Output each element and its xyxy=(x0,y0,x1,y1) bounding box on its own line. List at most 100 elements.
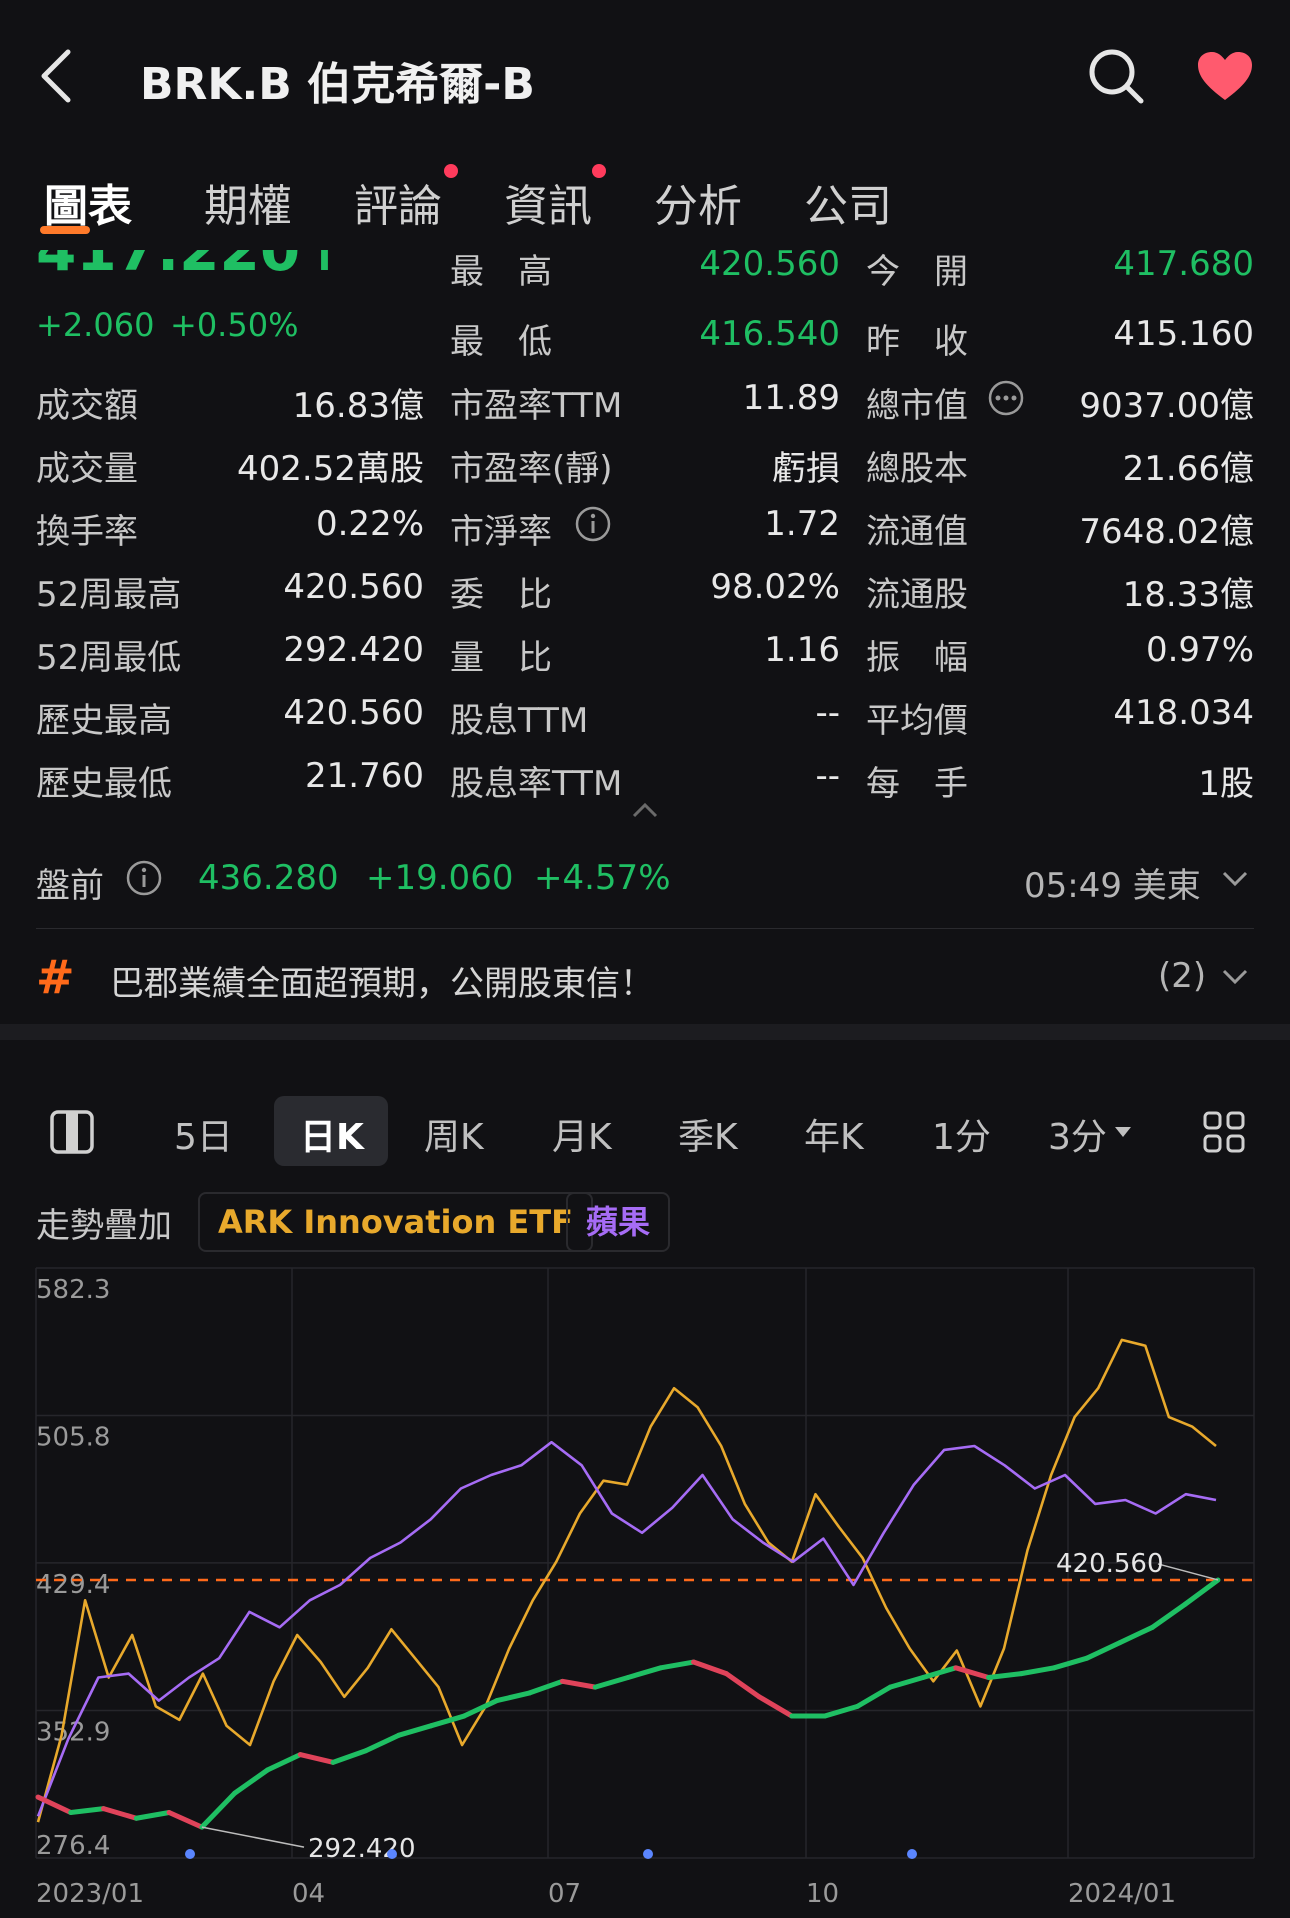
chevron-down-icon[interactable] xyxy=(1220,868,1250,888)
x-tick-label: 10 xyxy=(806,1879,839,1909)
stat-value-open: 417.680 xyxy=(1113,250,1254,284)
stat-value: 11.89 xyxy=(742,378,840,418)
stat-value: 98.02% xyxy=(710,567,840,607)
period-yearly[interactable]: 年K xyxy=(804,1108,864,1160)
hashtag-icon: # xyxy=(36,950,75,1004)
news-chevron-down-icon[interactable] xyxy=(1220,966,1250,986)
stat-value: 21.760 xyxy=(305,756,424,796)
stat-label: 每 手 xyxy=(866,764,968,804)
back-icon[interactable] xyxy=(36,46,76,106)
ark-series-line xyxy=(36,1338,1217,1823)
stat-label: 委 比 xyxy=(450,575,552,615)
tab-analysis[interactable]: 分析 xyxy=(654,170,742,234)
more-icon[interactable] xyxy=(988,380,1024,416)
stat-value: 420.560 xyxy=(283,693,424,733)
brk-candle-segment xyxy=(1149,1601,1188,1630)
news-headline[interactable]: 巴郡業績全面超預期，公開股東信！ xyxy=(110,956,654,1005)
brk-candle-segment xyxy=(592,1674,631,1690)
brk-candle-segment xyxy=(887,1674,926,1690)
tab-news[interactable]: 資訊 xyxy=(504,170,592,234)
y-tick-label: 582.3 xyxy=(36,1275,110,1305)
stat-value: 7648.02億 xyxy=(1079,512,1254,552)
premarket-info-icon[interactable] xyxy=(126,860,162,896)
stat-value: 292.420 xyxy=(283,630,424,670)
price-change: +2.060 xyxy=(36,306,155,344)
low-annotation-leader xyxy=(201,1826,305,1848)
premarket-label: 盤前 xyxy=(36,866,104,906)
last-price: 417.220↑ xyxy=(36,250,349,284)
y-tick-label: 276.4 xyxy=(36,1831,110,1861)
period-quarterly[interactable]: 季K xyxy=(678,1108,738,1160)
event-dot xyxy=(185,1849,195,1859)
period-3min[interactable]: 3分 xyxy=(1048,1108,1107,1160)
period-weekly[interactable]: 周K xyxy=(424,1108,484,1160)
brk-candle-segment xyxy=(494,1690,533,1704)
collapse-chevron-icon[interactable] xyxy=(630,800,660,820)
stat-label-high: 最 高 xyxy=(450,252,552,292)
heart-icon[interactable] xyxy=(1196,50,1254,102)
stat-value: 21.66億 xyxy=(1122,449,1254,489)
overlay-chip-aapl[interactable]: 蘋果 xyxy=(566,1192,671,1252)
stat-label: 成交量 xyxy=(36,449,138,489)
search-icon[interactable] xyxy=(1086,46,1146,106)
stat-label: 成交額 xyxy=(36,386,138,426)
period-daily[interactable]: 日K xyxy=(300,1108,364,1160)
stat-label: 平均價 xyxy=(866,701,968,741)
brk-candle-segment xyxy=(133,1809,172,1821)
brk-candle-segment xyxy=(101,1806,139,1821)
brk-candle-segment xyxy=(428,1713,467,1729)
stat-value: -- xyxy=(815,756,840,796)
brk-candle-segment xyxy=(1051,1655,1090,1671)
x-tick-label: 07 xyxy=(548,1879,581,1909)
overlay-label: 走勢疊加 xyxy=(36,1206,172,1246)
high-annotation-label: 420.560 xyxy=(1056,1549,1164,1579)
brk-candle-segment xyxy=(854,1684,893,1709)
stat-value-low: 416.540 xyxy=(699,314,840,354)
stat-label: 換手率 xyxy=(36,512,138,552)
page-title: BRK.B 伯克希爾-B xyxy=(140,59,535,110)
y-tick-label: 352.9 xyxy=(36,1717,110,1747)
brk-candle-segment xyxy=(756,1694,795,1719)
tab-options[interactable]: 期權 xyxy=(204,170,292,234)
y-tick-label: 505.8 xyxy=(36,1423,110,1453)
brk-candle-segment xyxy=(658,1659,697,1671)
stat-label: 市盈率(靜) xyxy=(450,449,613,489)
overlay-chip-ark[interactable]: ARK Innovation ETF xyxy=(198,1192,593,1252)
period-monthly[interactable]: 月K xyxy=(552,1108,612,1160)
stat-label-open: 今 開 xyxy=(866,252,968,292)
stat-label: 總市值 xyxy=(866,386,968,426)
tab-comments[interactable]: 評論 xyxy=(354,170,442,234)
stat-value: 418.034 xyxy=(1113,693,1254,733)
x-tick-label: 04 xyxy=(292,1879,325,1909)
stat-value: 18.33億 xyxy=(1122,575,1254,615)
brk-candle-segment xyxy=(330,1748,369,1765)
stat-value-high: 420.560 xyxy=(699,250,840,284)
brk-candle-segment xyxy=(264,1752,303,1773)
stat-value: 402.52萬股 xyxy=(237,449,424,489)
price-chart[interactable]: 582.3 505.8 429.4 352.9 276.4 2023/01 04 07 10 20… xyxy=(0,1250,1290,1918)
stat-label: 52周最高 xyxy=(36,575,182,615)
event-dot xyxy=(387,1849,397,1859)
panel-toggle-icon[interactable] xyxy=(50,1110,94,1154)
stat-value: 16.83億 xyxy=(292,386,424,426)
stat-value: -- xyxy=(815,693,840,733)
brk-candle-segment xyxy=(166,1809,205,1830)
stat-label-low: 最 低 xyxy=(450,322,552,362)
period-5d[interactable]: 5日 xyxy=(174,1108,233,1160)
premarket-time: 05:49 美東 xyxy=(1024,866,1201,906)
event-dot xyxy=(643,1849,653,1859)
grid-layout-icon[interactable] xyxy=(1202,1110,1246,1154)
period-1min[interactable]: 1分 xyxy=(932,1108,991,1160)
tab-chart[interactable]: 圖表 xyxy=(44,170,132,234)
stat-value: 1.72 xyxy=(764,504,840,544)
high-annotation-leader xyxy=(1157,1563,1219,1581)
tab-company[interactable]: 公司 xyxy=(804,170,892,234)
brk-candle-segment xyxy=(68,1806,107,1815)
brk-candle-segment xyxy=(527,1678,565,1696)
stat-label: 股息TTM xyxy=(450,701,589,741)
brk-candle-segment xyxy=(953,1665,992,1680)
info-icon[interactable] xyxy=(575,506,611,542)
price-change-pct: +0.50% xyxy=(170,306,299,344)
top-bar: BRK.B 伯克希爾-B xyxy=(0,0,1290,150)
stat-label: 量 比 xyxy=(450,638,552,678)
